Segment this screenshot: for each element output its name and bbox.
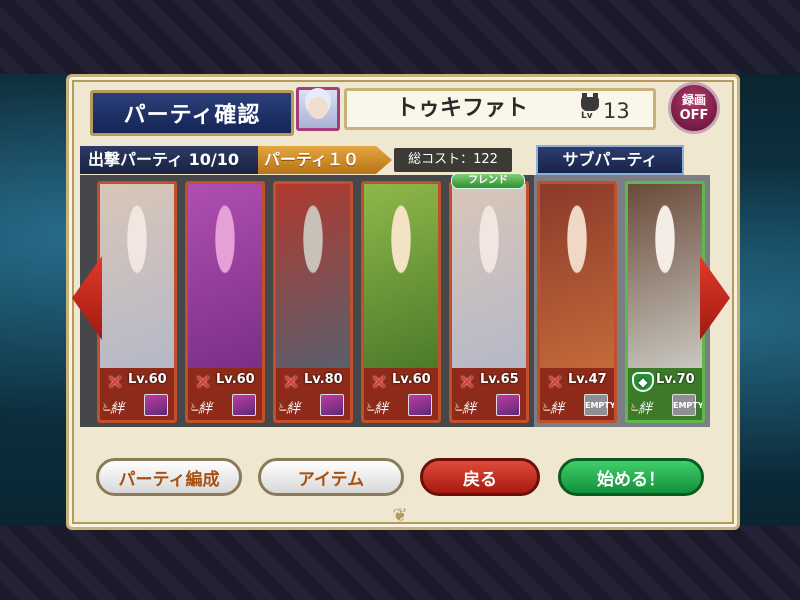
character-portrait bbox=[100, 184, 174, 368]
character-portrait bbox=[540, 184, 614, 368]
level-label: Lv bbox=[581, 111, 593, 121]
cross-swords-icon bbox=[104, 372, 126, 392]
cross-swords-icon bbox=[280, 372, 302, 392]
bond-label: 絆 bbox=[374, 401, 388, 417]
bond-label: 絆 bbox=[286, 401, 300, 417]
character-portrait bbox=[628, 184, 702, 368]
character-card[interactable]: Lv.47೬絆EMPTY bbox=[537, 181, 617, 423]
ornament-icon: ❦ bbox=[392, 505, 408, 526]
support-thumbnail bbox=[320, 394, 344, 416]
card-info: Lv.60೬絆 bbox=[188, 368, 262, 420]
card-level: Lv.80 bbox=[304, 372, 343, 387]
card-info: Lv.60೬絆 bbox=[100, 368, 174, 420]
empty-label: EMPTY bbox=[673, 401, 704, 410]
bond-label: 絆 bbox=[638, 401, 652, 417]
player-name-plate: トゥキファト Lv 13 bbox=[344, 88, 656, 130]
card-level: Lv.60 bbox=[128, 372, 167, 387]
player-name: トゥキファト bbox=[395, 96, 528, 121]
tab-party-select[interactable]: パーティ１０ bbox=[258, 146, 392, 174]
character-card[interactable]: Lv.60೬絆 bbox=[361, 181, 441, 423]
card-level: Lv.60 bbox=[392, 372, 431, 387]
bond-label: 絆 bbox=[198, 401, 212, 417]
support-thumbnail: EMPTY bbox=[672, 394, 702, 416]
character-card[interactable]: Lv.80೬絆 bbox=[273, 181, 353, 423]
party-edit-button[interactable]: パーティ編成 bbox=[96, 458, 242, 496]
support-thumbnail bbox=[408, 394, 432, 416]
bond-label: 絆 bbox=[550, 401, 564, 417]
tab-sub-party[interactable]: サブパーティ bbox=[536, 145, 684, 175]
bond-label: 絆 bbox=[462, 401, 476, 417]
tab-sortie-party[interactable]: 出撃パーティ 10/10 bbox=[80, 146, 258, 174]
record-state: OFF bbox=[679, 108, 709, 123]
back-button[interactable]: 戻る bbox=[420, 458, 540, 496]
player-avatar bbox=[296, 87, 340, 131]
card-level: Lv.47 bbox=[568, 372, 607, 387]
character-card[interactable]: Lv.60೬絆 bbox=[185, 181, 265, 423]
card-info: ◆ Lv.70 ೬ 絆 EMPTY bbox=[628, 368, 702, 420]
support-thumbnail bbox=[144, 394, 168, 416]
character-portrait bbox=[188, 184, 262, 368]
character-portrait bbox=[276, 184, 350, 368]
cross-swords-icon bbox=[192, 372, 214, 392]
player-level: Lv 13 bbox=[579, 93, 653, 125]
record-toggle-button[interactable]: 録画 OFF bbox=[668, 82, 720, 134]
card-info: Lv.47೬絆EMPTY bbox=[540, 368, 614, 420]
page-title: パーティ確認 bbox=[90, 90, 294, 136]
demon-icon bbox=[581, 93, 599, 111]
item-button[interactable]: アイテム bbox=[258, 458, 404, 496]
character-card[interactable]: Lv.65೬絆 bbox=[449, 181, 529, 423]
character-card[interactable]: Lv.60೬絆 bbox=[97, 181, 177, 423]
record-label: 録画 bbox=[681, 93, 706, 107]
support-thumbnail: EMPTY bbox=[584, 394, 614, 416]
card-level: Lv.65 bbox=[480, 372, 519, 387]
support-thumbnail bbox=[232, 394, 256, 416]
cross-swords-icon bbox=[368, 372, 390, 392]
card-level: Lv.70 bbox=[656, 372, 695, 387]
support-thumbnail bbox=[496, 394, 520, 416]
card-info: Lv.65೬絆 bbox=[452, 368, 526, 420]
cross-swords-icon bbox=[456, 372, 478, 392]
start-button[interactable]: 始める！ bbox=[558, 458, 704, 496]
total-cost: 総コスト：122 bbox=[394, 148, 512, 172]
card-info: Lv.60೬絆 bbox=[364, 368, 438, 420]
card-info: Lv.80೬絆 bbox=[276, 368, 350, 420]
cross-swords-icon bbox=[544, 372, 566, 392]
level-value: 13 bbox=[603, 99, 630, 123]
character-portrait bbox=[364, 184, 438, 368]
empty-label: EMPTY bbox=[585, 401, 616, 410]
shield-icon: ◆ bbox=[632, 372, 654, 392]
character-card[interactable]: ◆ Lv.70 ೬ 絆 EMPTY bbox=[625, 181, 705, 423]
bond-label: 絆 bbox=[110, 401, 124, 417]
card-level: Lv.60 bbox=[216, 372, 255, 387]
friend-badge: フレンド bbox=[451, 173, 525, 189]
character-portrait bbox=[452, 184, 526, 368]
